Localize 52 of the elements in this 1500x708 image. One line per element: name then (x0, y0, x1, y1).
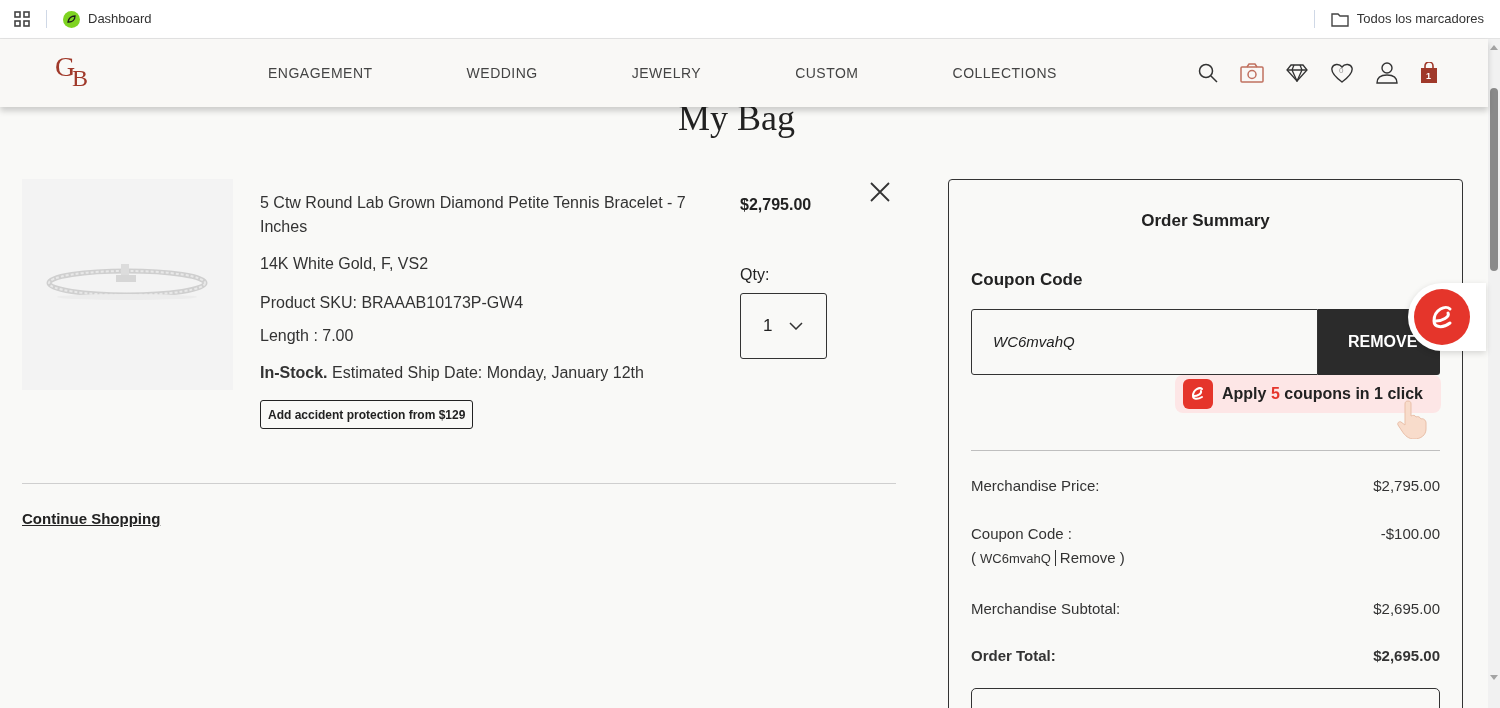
extension-logo-icon (1183, 379, 1213, 409)
ship-info: In-Stock. Estimated Ship Date: Monday, January 12th (260, 363, 645, 383)
product-sku: Product SKU: BRAAAB10173P-GW4 (260, 293, 525, 313)
coupon-paren: ) (1119, 548, 1125, 568)
product-length: Length : 7.00 (260, 326, 355, 346)
nav-link[interactable]: ENGAGEMENT (268, 62, 373, 84)
summary-label: Coupon Code : (971, 523, 1073, 544)
bag-count: 1 (1426, 70, 1431, 83)
scrollbar[interactable] (1488, 39, 1500, 708)
apply-coupons-pill[interactable]: Apply 5 coupons in 1 click (1175, 375, 1441, 413)
coupon-field[interactable]: WC6mvahQ (971, 309, 1318, 375)
applied-coupon-code: WC6mvahQ (980, 549, 1051, 568)
coupon-label: Coupon Code (971, 268, 1084, 291)
bag-icon (1420, 62, 1438, 84)
chevron-down-icon (789, 322, 804, 330)
item-price: $2,795.00 (740, 195, 813, 215)
user-icon[interactable] (1376, 62, 1398, 84)
continue-shopping-link[interactable]: Continue Shopping (22, 508, 161, 531)
summary-title: Order Summary (1140, 210, 1271, 232)
qty-label: Qty: (740, 265, 771, 285)
summary-label: Merchandise Subtotal: (971, 598, 1121, 619)
bag-button[interactable]: 1 (1420, 62, 1438, 84)
leaf-icon (63, 10, 80, 28)
heart-icon (1330, 62, 1354, 84)
summary-value: $2,795.00 (1373, 476, 1440, 496)
coupon-paren: ( (971, 548, 976, 568)
bookmarks-folder[interactable]: Todos los marcadores (1330, 9, 1484, 29)
nav-link[interactable]: CUSTOM (795, 62, 859, 84)
page-title: My Bag (678, 100, 795, 136)
camera-icon[interactable] (1240, 63, 1264, 83)
summary-label: Order Total: (971, 646, 1056, 666)
nav-link[interactable]: COLLECTIONS (952, 62, 1057, 84)
summary-value: -$100.00 (1380, 523, 1440, 544)
nav-link[interactable]: WEDDING (466, 62, 538, 84)
remove-coupon-link[interactable]: Remove (1059, 547, 1116, 570)
summary-value: $2,695.00 (1373, 598, 1440, 619)
wishlist-count: 0 (1339, 65, 1344, 77)
diamond-icon[interactable] (1286, 64, 1308, 82)
product-variant: 14K White Gold, F, VS2 (260, 254, 430, 274)
pointing-hand-icon (1396, 399, 1430, 439)
summary-label: Merchandise Price: (971, 476, 1100, 496)
nav-link[interactable]: JEWELRY (631, 62, 702, 84)
qty-select[interactable]: 1 (740, 293, 827, 359)
folder-icon (1330, 11, 1349, 27)
apps-grid-icon[interactable] (14, 11, 30, 27)
search-icon[interactable] (1198, 63, 1218, 83)
apply-coupons-text: Apply 5 coupons in 1 click (1222, 384, 1423, 404)
summary-value: $2,695.00 (1373, 646, 1440, 666)
close-icon[interactable] (870, 182, 890, 202)
product-name[interactable]: 5 Ctw Round Lab Grown Diamond Petite Tennis Bracelet - 7 Inches (260, 191, 718, 239)
bookmark-link[interactable]: Dashboard (63, 9, 152, 29)
protection-button[interactable]: Add accident protection from $129 (260, 400, 474, 429)
